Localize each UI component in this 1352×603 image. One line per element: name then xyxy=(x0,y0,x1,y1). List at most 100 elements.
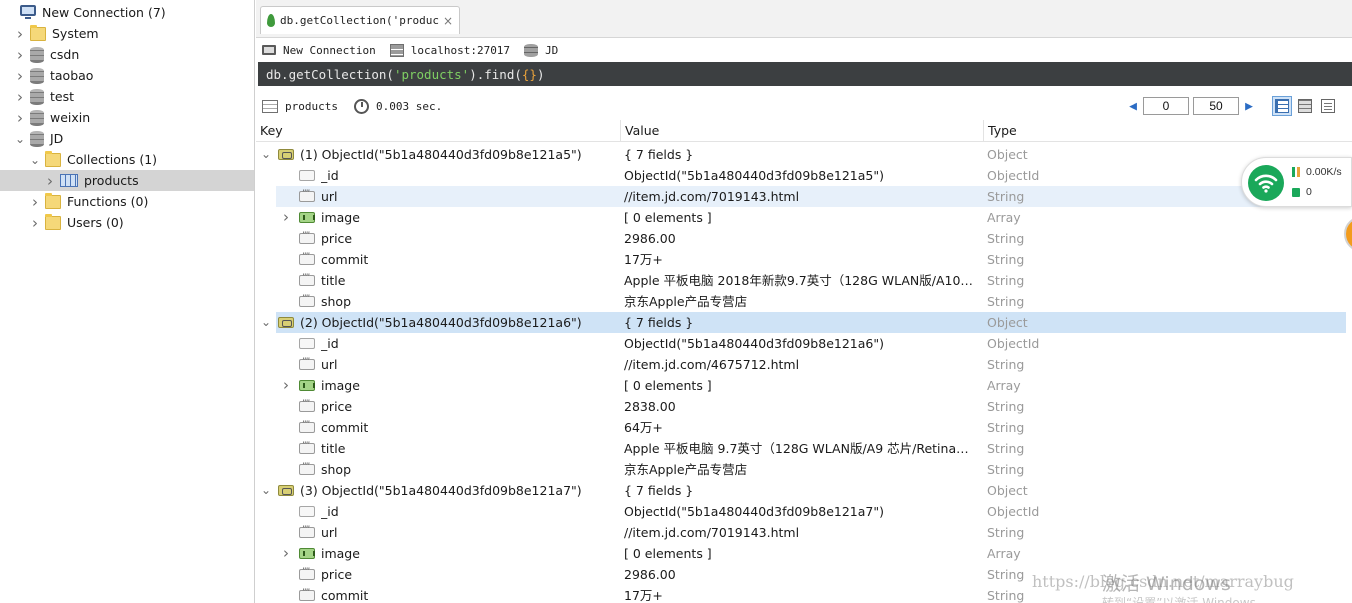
field-row[interactable]: commit 17万+ String xyxy=(256,249,1346,270)
field-row[interactable]: url //item.jd.com/7019143.html String xyxy=(256,522,1346,543)
watermark-activate-subtext: 转到“设置”以激活 Windows。 xyxy=(1102,596,1268,603)
result-collection-label: products xyxy=(285,99,338,113)
type-cell: Object xyxy=(987,315,1028,330)
field-row[interactable]: url //item.jd.com/4675712.html String xyxy=(256,354,1346,375)
database-icon xyxy=(30,109,44,126)
table-view-button[interactable] xyxy=(1295,96,1315,116)
string-icon xyxy=(299,252,315,265)
chevron-right-icon[interactable]: › xyxy=(14,44,26,65)
field-row[interactable]: _id ObjectId("5b1a480440d3fd09b8e121a6") O… xyxy=(256,333,1346,354)
chevron-right-icon[interactable]: › xyxy=(44,170,56,191)
network-speed-widget[interactable]: 0.00K/s 0 xyxy=(1241,157,1352,207)
tree-item[interactable]: ⌄ Collections (1) xyxy=(0,149,254,170)
result-time-label: 0.003 sec. xyxy=(375,99,443,113)
chevron-right-icon[interactable]: › xyxy=(280,375,292,396)
value-cell: { 7 fields } xyxy=(624,315,694,330)
chevron-right-icon[interactable]: › xyxy=(280,543,292,564)
type-cell: Object xyxy=(987,147,1028,162)
conninfo-server-label: localhost:27017 xyxy=(410,43,511,57)
string-icon xyxy=(299,189,315,202)
field-row[interactable]: price 2986.00 String xyxy=(256,228,1346,249)
tree-item-label: products xyxy=(84,173,139,188)
chevron-down-icon[interactable]: ⌄ xyxy=(260,144,272,165)
chevron-down-icon[interactable]: ⌄ xyxy=(14,128,26,149)
field-row[interactable]: › image [ 0 elements ] Array xyxy=(256,543,1346,564)
query-filter: {} xyxy=(521,66,537,82)
field-row[interactable]: commit 64万+ String xyxy=(256,417,1346,438)
document-row[interactable]: ⌄ (3) ObjectId("5b1a480440d3fd09b8e121a7"… xyxy=(256,480,1346,501)
string-icon xyxy=(299,441,315,454)
results-tree-table: Key Value Type ⌄ (1) ObjectId("5b1a480440… xyxy=(256,120,1352,603)
folder-icon xyxy=(45,192,61,209)
object-icon xyxy=(278,485,294,496)
chevron-right-icon[interactable]: › xyxy=(14,86,26,107)
array-icon xyxy=(299,548,315,559)
chevron-right-icon[interactable]: › xyxy=(29,212,41,233)
field-row[interactable]: price 2838.00 String xyxy=(256,396,1346,417)
type-cell: Array xyxy=(987,210,1021,225)
value-cell: 2986.00 xyxy=(624,567,676,582)
tab-query[interactable]: db.getCollection('product··· × xyxy=(260,6,460,34)
key-cell: shop xyxy=(321,294,352,309)
key-cell: (3) ObjectId("5b1a480440d3fd09b8e121a7") xyxy=(300,483,582,498)
connection-tree: New Connection (7) › System › csdn › taobao › t… xyxy=(0,0,255,603)
tree-item[interactable]: › products xyxy=(0,170,254,191)
type-cell: ObjectId xyxy=(987,336,1040,351)
text-view-button[interactable] xyxy=(1318,96,1338,116)
field-row[interactable]: _id ObjectId("5b1a480440d3fd09b8e121a7") O… xyxy=(256,501,1346,522)
column-key[interactable]: Key xyxy=(256,120,620,142)
prev-page-icon[interactable]: ◀ xyxy=(1125,99,1141,114)
collection-icon xyxy=(60,174,78,187)
tree-item[interactable]: › Users (0) xyxy=(0,212,254,233)
tree-item[interactable]: ⌄ JD xyxy=(0,128,254,149)
chevron-right-icon[interactable]: › xyxy=(29,191,41,212)
tree-item[interactable]: › taobao xyxy=(0,65,254,86)
value-cell: [ 0 elements ] xyxy=(624,546,712,561)
field-row[interactable]: _id ObjectId("5b1a480440d3fd09b8e121a5") O… xyxy=(256,165,1346,186)
chevron-right-icon[interactable]: › xyxy=(14,107,26,128)
document-row[interactable]: ⌄ (2) ObjectId("5b1a480440d3fd09b8e121a6"… xyxy=(261,312,1346,333)
tree-view-button[interactable] xyxy=(1272,96,1292,116)
chevron-right-icon[interactable]: › xyxy=(280,207,292,228)
next-page-icon[interactable]: ▶ xyxy=(1241,99,1257,114)
field-row[interactable]: title Apple 平板电脑 2018年新款9.7英寸（128G WLAN版/… xyxy=(256,270,1346,291)
column-value[interactable]: Value xyxy=(620,120,983,142)
column-type[interactable]: Type xyxy=(983,120,1352,142)
tree-item[interactable]: › csdn xyxy=(0,44,254,65)
tree-item[interactable]: › Functions (0) xyxy=(0,191,254,212)
objectid-icon xyxy=(299,170,315,181)
string-icon xyxy=(299,399,315,412)
string-icon xyxy=(299,420,315,433)
tree-item[interactable]: › weixin xyxy=(0,107,254,128)
query-editor[interactable]: db.getCollection('products').find({}) xyxy=(258,62,1352,86)
key-cell: title xyxy=(321,441,346,456)
field-row[interactable]: › image [ 0 elements ] Array xyxy=(256,207,1346,228)
field-row[interactable]: shop 京东Apple产品专营店 String xyxy=(256,459,1346,480)
field-row[interactable]: › image [ 0 elements ] Array xyxy=(256,375,1346,396)
chevron-right-icon[interactable]: › xyxy=(14,23,26,44)
chevron-down-icon[interactable]: ⌄ xyxy=(260,480,272,501)
close-icon[interactable]: × xyxy=(443,14,453,28)
query-suffix: ) xyxy=(536,66,545,82)
chevron-down-icon[interactable]: ⌄ xyxy=(29,149,41,170)
tree-item[interactable]: › test xyxy=(0,86,254,107)
tree-item[interactable]: › System xyxy=(0,23,254,44)
tree-item-connection[interactable]: New Connection (7) xyxy=(0,2,254,23)
limit-input[interactable] xyxy=(1193,97,1239,115)
field-row[interactable]: title Apple 平板电脑 9.7英寸（128G WLAN版/A9 芯片/R… xyxy=(256,438,1346,459)
tree-item-label: New Connection (7) xyxy=(42,5,166,20)
network-speed: 0.00K/s xyxy=(1292,166,1342,178)
string-icon xyxy=(299,231,315,244)
tree-item-label: test xyxy=(50,89,75,104)
field-row[interactable]: url //item.jd.com/7019143.html String xyxy=(276,186,1346,207)
key-cell: (2) ObjectId("5b1a480440d3fd09b8e121a6") xyxy=(300,315,582,330)
skip-input[interactable] xyxy=(1143,97,1189,115)
value-cell: 64万+ xyxy=(624,420,663,435)
conninfo-connection: New Connection xyxy=(262,44,376,57)
field-row[interactable]: shop 京东Apple产品专营店 String xyxy=(256,291,1346,312)
chevron-down-icon[interactable]: ⌄ xyxy=(260,312,272,333)
document-row[interactable]: ⌄ (1) ObjectId("5b1a480440d3fd09b8e121a5"… xyxy=(256,144,1346,165)
speed-arrows-icon xyxy=(1292,167,1300,177)
column-header: Key Value Type xyxy=(256,120,1352,142)
chevron-right-icon[interactable]: › xyxy=(14,65,26,86)
